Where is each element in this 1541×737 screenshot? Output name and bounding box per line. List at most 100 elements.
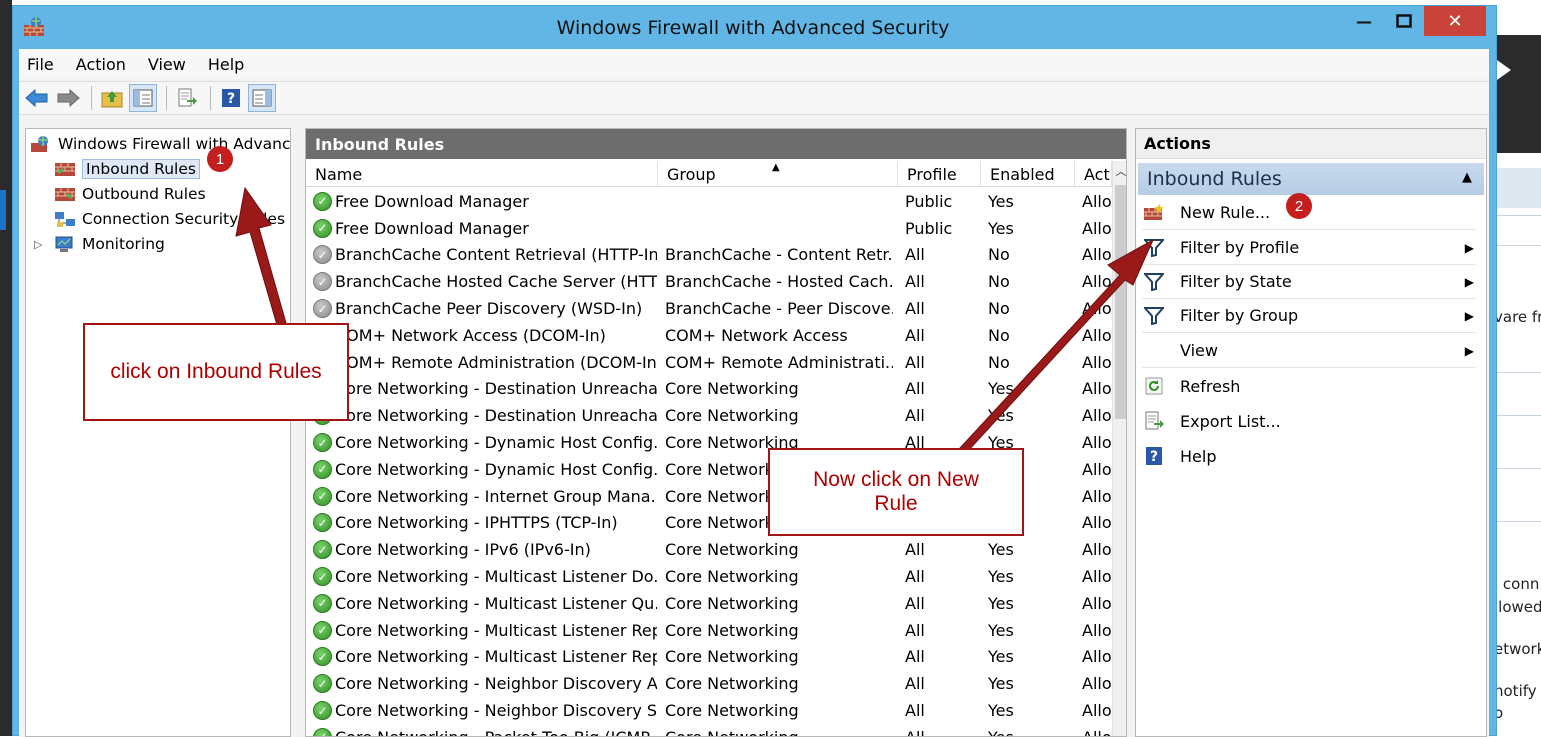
- export-list-button[interactable]: [173, 84, 201, 112]
- expand-arrow-icon[interactable]: ▷: [34, 238, 42, 251]
- table-row[interactable]: ✓ Core Networking - Multicast Listener Re…: [306, 644, 1112, 671]
- rule-enabled-icon: ✓: [313, 620, 332, 640]
- help-button[interactable]: ?: [217, 84, 245, 112]
- minimize-button[interactable]: —: [1344, 6, 1384, 36]
- table-row[interactable]: ✓Free Download Manager Public Yes Allow: [306, 215, 1112, 242]
- action-label: Filter by State: [1180, 272, 1292, 291]
- table-row[interactable]: ✓Free Download Manager Public Yes Allow: [306, 188, 1112, 215]
- background-text: llowed: [1497, 598, 1541, 616]
- column-name[interactable]: Name: [306, 161, 658, 187]
- scroll-thumb[interactable]: [1115, 185, 1126, 419]
- inbound-rules-icon: [55, 163, 75, 176]
- rule-profile: All: [905, 567, 925, 587]
- table-row[interactable]: ✓ Core Networking - Multicast Listener Qu…: [306, 590, 1112, 617]
- forward-button[interactable]: [54, 84, 82, 112]
- scroll-up-icon[interactable]: ︿: [1113, 163, 1127, 181]
- rule-name-cell: ✓ Core Networking - Multicast Listener Re…: [313, 644, 657, 671]
- action-view[interactable]: View ▶: [1142, 334, 1476, 368]
- rule-profile: All: [905, 647, 925, 667]
- annotation-badge-1: 1: [207, 146, 233, 172]
- vertical-scrollbar[interactable]: ︿: [1112, 161, 1127, 736]
- maximize-button[interactable]: [1384, 6, 1424, 36]
- rule-action: Allow: [1082, 325, 1112, 345]
- show-hide-action-pane-button[interactable]: [248, 84, 276, 112]
- rule-group: BranchCache - Content Retr...: [665, 245, 893, 265]
- collapse-up-icon[interactable]: ▲: [1462, 170, 1472, 185]
- background-divider: [1497, 215, 1541, 216]
- action-help[interactable]: ? Help: [1142, 439, 1476, 473]
- rule-action: Allow: [1082, 540, 1112, 560]
- table-row[interactable]: ✓Core Networking - Destination Unreacha.…: [306, 402, 1112, 429]
- menu-file[interactable]: File: [27, 55, 54, 74]
- column-profile[interactable]: Profile: [898, 161, 981, 187]
- rule-action: Allow: [1082, 567, 1112, 587]
- background-divider: [1497, 415, 1541, 416]
- menu-bar: File Action View Help: [19, 49, 1489, 79]
- rule-name-cell: ✓ Core Networking - Neighbor Discovery S.…: [313, 697, 657, 724]
- rule-profile: All: [905, 701, 925, 721]
- table-row[interactable]: ✓Core Networking - Destination Unreacha.…: [306, 376, 1112, 403]
- rule-name: Core Networking - Multicast Listener Do.…: [335, 567, 657, 587]
- close-icon: ✕: [1447, 10, 1463, 32]
- tree-item-connection-security-rules[interactable]: Connection Security Rules: [54, 207, 285, 231]
- tree-item-monitoring[interactable]: Monitoring: [54, 232, 165, 256]
- rule-enabled-icon: ✓: [313, 540, 332, 560]
- rule-group: Core Networking: [665, 540, 799, 560]
- column-action[interactable]: Action: [1075, 161, 1112, 187]
- action-filter-by-group[interactable]: Filter by Group ▶: [1142, 299, 1476, 333]
- rule-name-cell: ✓ Core Networking - Dynamic Host Config..…: [313, 429, 657, 456]
- title-bar[interactable]: Windows Firewall with Advanced Security …: [13, 6, 1496, 49]
- rule-action: Allow: [1082, 647, 1112, 667]
- rule-name: Core Networking - Multicast Listener Qu.…: [335, 593, 657, 613]
- table-row[interactable]: ✓ BranchCache Content Retrieval (HTTP-In)…: [306, 242, 1112, 269]
- action-filter-by-state[interactable]: Filter by State ▶: [1142, 265, 1476, 299]
- background-accent: [0, 190, 6, 230]
- action-label: Filter by Profile: [1180, 238, 1300, 257]
- tree-item-inbound-rules[interactable]: Inbound Rules: [54, 157, 200, 181]
- rule-name-cell: ✓Core Networking - Destination Unreacha.…: [313, 376, 657, 403]
- menu-action[interactable]: Action: [76, 55, 126, 74]
- rule-profile: All: [905, 674, 925, 694]
- rule-action: Allow: [1082, 406, 1112, 426]
- action-label: Refresh: [1180, 376, 1241, 396]
- table-row[interactable]: ✓ BranchCache Peer Discovery (WSD-In) Bran…: [306, 295, 1112, 322]
- action-filter-by-profile[interactable]: Filter by Profile ▶: [1142, 231, 1476, 265]
- actions-section-inbound-rules[interactable]: Inbound Rules ▲: [1138, 163, 1484, 195]
- submenu-arrow-icon: ▶: [1464, 308, 1474, 323]
- show-hide-tree-button[interactable]: [129, 84, 157, 112]
- table-row[interactable]: ✓ Core Networking - Neighbor Discovery A.…: [306, 670, 1112, 697]
- action-export-list[interactable]: Export List...: [1142, 404, 1476, 438]
- rule-group: Core Networking: [665, 567, 799, 587]
- back-button[interactable]: [23, 84, 51, 112]
- rule-name-cell: ✓ Core Networking - IPHTTPS (TCP-In): [313, 510, 657, 537]
- svg-text:?: ?: [227, 91, 235, 107]
- table-row[interactable]: ✓Core Networking - Packet Too Big (ICMP.…: [306, 724, 1112, 736]
- rule-action: Allow: [1082, 724, 1112, 736]
- table-row[interactable]: ✓COM+ Remote Administration (DCOM-In)COM…: [306, 349, 1112, 376]
- table-row[interactable]: ✓ Core Networking - Multicast Listener Re…: [306, 617, 1112, 644]
- forward-arrow-icon: [57, 89, 80, 107]
- menu-view[interactable]: View: [148, 55, 186, 74]
- background-divider: [1497, 521, 1541, 522]
- rule-name: COM+ Remote Administration (DCOM-In): [335, 352, 657, 372]
- rule-enabled: Yes: [988, 191, 1014, 211]
- column-enabled[interactable]: Enabled: [981, 161, 1075, 187]
- rule-group: Core Networking: [665, 724, 893, 736]
- window-title: Windows Firewall with Advanced Security: [556, 17, 950, 39]
- table-row[interactable]: ✓ Core Networking - Multicast Listener Do…: [306, 563, 1112, 590]
- svg-text:?: ?: [1150, 449, 1158, 465]
- tree-root[interactable]: Windows Firewall with Advanced Security: [30, 132, 290, 156]
- menu-help[interactable]: Help: [208, 55, 244, 74]
- rule-name-cell: ✓ Core Networking - Multicast Listener Re…: [313, 617, 657, 644]
- table-row[interactable]: ✓ Core Networking - Neighbor Discovery S.…: [306, 697, 1112, 724]
- tree-item-outbound-rules[interactable]: Outbound Rules: [54, 182, 206, 206]
- table-row[interactable]: ✓ Core Networking - IPv6 (IPv6-In) Core Ne…: [306, 536, 1112, 563]
- table-row[interactable]: ✓ BranchCache Hosted Cache Server (HTT...…: [306, 268, 1112, 295]
- rule-name-cell: ✓Core Networking - Packet Too Big (ICMP.…: [313, 724, 657, 736]
- table-row[interactable]: ✓COM+ Network Access (DCOM-In)COM+ Netwo…: [306, 322, 1112, 349]
- rule-action: Allow: [1082, 272, 1112, 292]
- up-folder-button[interactable]: [98, 84, 126, 112]
- rule-profile: All: [905, 325, 925, 345]
- action-refresh[interactable]: Refresh: [1142, 369, 1476, 403]
- close-button[interactable]: ✕: [1424, 6, 1486, 36]
